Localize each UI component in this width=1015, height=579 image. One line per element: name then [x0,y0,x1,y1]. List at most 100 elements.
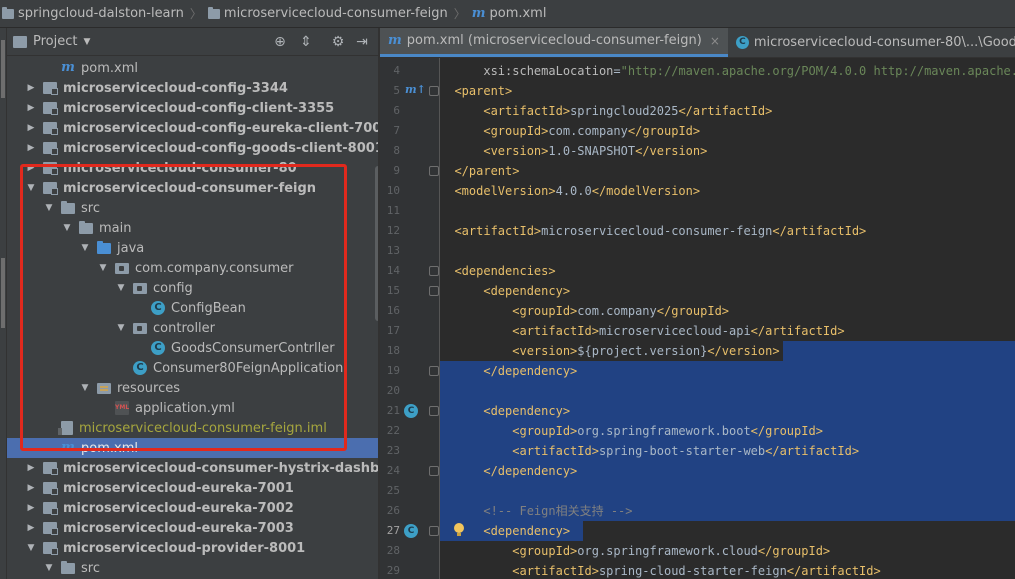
tree-item[interactable]: ▶ microservicecloud-consumer-hystrix-dash… [7,458,378,478]
chevron-down-icon[interactable]: ▼ [83,37,90,47]
fold-marker-icon[interactable] [429,366,439,376]
code-line[interactable]: <version>${project.version}</version> [440,341,1015,361]
tree-item[interactable]: ▶ microservicecloud-eureka-7002 [7,498,378,518]
fold-marker-icon[interactable] [429,526,439,536]
code-line[interactable]: <dependency> [440,281,1015,301]
expand-arrow-icon[interactable]: ▶ [25,163,37,173]
code-line[interactable] [440,481,1015,501]
tree-item-label: microservicecloud-eureka-7003 [63,520,294,536]
tree-item[interactable]: ▼ microservicecloud-consumer-feign [7,178,378,198]
expand-arrow-icon[interactable]: ▶ [25,103,37,113]
code-line[interactable]: <artifactId>spring-boot-starter-web</art… [440,441,1015,461]
tool-window-tab-project[interactable] [1,40,5,98]
expand-arrow-icon[interactable]: ▶ [25,523,37,533]
tree-item[interactable]: ▶ microservicecloud-eureka-7003 [7,518,378,538]
code-line[interactable] [440,241,1015,261]
tab-pom-xml[interactable]: m pom.xml (microservicecloud-consumer-fei… [380,28,728,57]
collapse-arrow-icon[interactable]: ▼ [79,383,91,393]
code-area[interactable]: xsi:schemaLocation="http://maven.apache.… [440,58,1015,579]
tree-item[interactable]: m pom.xml [7,438,378,458]
code-line[interactable]: <groupId>com.company</groupId> [440,121,1015,141]
expand-arrow-icon[interactable]: ▶ [25,123,37,133]
code-line[interactable]: </parent> [440,161,1015,181]
tree-item[interactable]: ▶ microservicecloud-eureka-7001 [7,478,378,498]
maven-parent-icon[interactable]: m↑ [405,83,426,96]
fold-marker-icon[interactable] [429,466,439,476]
tree-item[interactable]: C GoodsConsumerContrller [7,338,378,358]
tool-window-tab-structure[interactable] [1,258,5,328]
code-line[interactable]: <groupId>org.springframework.boot</group… [440,421,1015,441]
tree-item[interactable]: ▼ com.company.consumer [7,258,378,278]
code-line[interactable]: <parent> [440,81,1015,101]
hide-panel-icon[interactable]: ⇥ [353,33,371,51]
fold-marker-icon[interactable] [429,166,439,176]
tree-item[interactable]: C ConfigBean [7,298,378,318]
collapse-arrow-icon[interactable]: ▼ [79,243,91,253]
tree-item[interactable]: ▼ controller [7,318,378,338]
close-icon[interactable]: × [710,34,720,48]
code-line[interactable]: <groupId>com.company</groupId> [440,301,1015,321]
code-line[interactable]: </dependency> [440,461,1015,481]
tree-item[interactable]: ▼ src [7,198,378,218]
code-line[interactable]: <groupId>org.springframework.cloud</grou… [440,541,1015,561]
fold-marker-icon[interactable] [429,286,439,296]
fold-marker-icon[interactable] [429,86,439,96]
code-line[interactable]: <modelVersion>4.0.0</modelVersion> [440,181,1015,201]
expand-arrow-icon[interactable]: ▶ [25,143,37,153]
breadcrumb-project[interactable]: springcloud-dalston-learn [2,6,184,21]
code-line[interactable]: <dependency> [440,401,1015,421]
tree-item[interactable]: ▼ main [7,218,378,238]
code-line[interactable] [440,381,1015,401]
expand-arrow-icon[interactable]: ▶ [25,83,37,93]
collapse-arrow-icon[interactable]: ▼ [43,563,55,573]
collapse-all-icon[interactable]: ⇕ [297,33,315,51]
tree-item[interactable]: ▼ config [7,278,378,298]
collapse-arrow-icon[interactable]: ▼ [115,283,127,293]
collapse-arrow-icon[interactable]: ▼ [43,203,55,213]
collapse-arrow-icon[interactable]: ▼ [25,183,37,193]
expand-arrow-icon[interactable]: ▶ [25,463,37,473]
override-icon[interactable]: C [404,524,418,538]
collapse-arrow-icon[interactable]: ▼ [115,323,127,333]
tree-item[interactable]: ▶ microservicecloud-config-client-3355 [7,98,378,118]
expand-arrow-icon[interactable]: ▶ [25,483,37,493]
tab-goods-consumer-controller[interactable]: Cmicroservicecloud-consumer-80\...\Goods… [728,28,1015,57]
code-line[interactable]: <artifactId>spring-cloud-starter-feign</… [440,561,1015,579]
fold-marker-icon[interactable] [429,266,439,276]
tree-item[interactable]: ▼ resources [7,378,378,398]
tree-item[interactable]: ▶ microservicecloud-consumer-80 [7,158,378,178]
code-line[interactable]: <artifactId>microservicecloud-consumer-f… [440,221,1015,241]
code-line[interactable]: <artifactId>springcloud2025</artifactId> [440,101,1015,121]
code-line[interactable]: <artifactId>microservicecloud-api</artif… [440,321,1015,341]
tree-item[interactable]: C Consumer80FeignApplication [7,358,378,378]
tree-item[interactable]: microservicecloud-consumer-feign.iml [7,418,378,438]
code-line[interactable] [440,201,1015,221]
tree-item[interactable]: ▼ src [7,558,378,578]
tree-item[interactable]: ▼ java [7,238,378,258]
collapse-arrow-icon[interactable]: ▼ [97,263,109,273]
code-line[interactable]: </dependency> [440,361,1015,381]
override-icon[interactable]: C [404,404,418,418]
code-line[interactable]: <!-- Feign相关支持 --> [440,501,1015,521]
breadcrumb-file[interactable]: m pom.xml [472,6,547,21]
collapse-arrow-icon[interactable]: ▼ [25,543,37,553]
expand-arrow-icon[interactable]: ▶ [25,503,37,513]
crosshair-icon[interactable]: ⊕ [271,33,289,51]
breadcrumb-module[interactable]: microservicecloud-consumer-feign [207,6,448,21]
project-panel-title[interactable]: Project [33,34,77,49]
code-line[interactable]: xsi:schemaLocation="http://maven.apache.… [440,61,1015,81]
lightbulb-icon[interactable] [453,523,465,537]
code-line[interactable]: <dependencies> [440,261,1015,281]
class-icon: C [151,341,165,355]
tree-item[interactable]: YML application.yml [7,398,378,418]
tree-item[interactable]: ▶ microservicecloud-config-eureka-client-… [7,118,378,138]
tree-item[interactable]: ▶ microservicecloud-config-goods-client-8… [7,138,378,158]
collapse-arrow-icon[interactable]: ▼ [61,223,73,233]
code-line[interactable]: <version>1.0-SNAPSHOT</version> [440,141,1015,161]
fold-marker-icon[interactable] [429,406,439,416]
tree-item[interactable]: m pom.xml [7,58,378,78]
gear-icon[interactable]: ⚙ [329,33,347,51]
tree-item[interactable]: ▶ microservicecloud-config-3344 [7,78,378,98]
code-line[interactable]: <dependency> [440,521,1015,541]
tree-item[interactable]: ▼ microservicecloud-provider-8001 [7,538,378,558]
